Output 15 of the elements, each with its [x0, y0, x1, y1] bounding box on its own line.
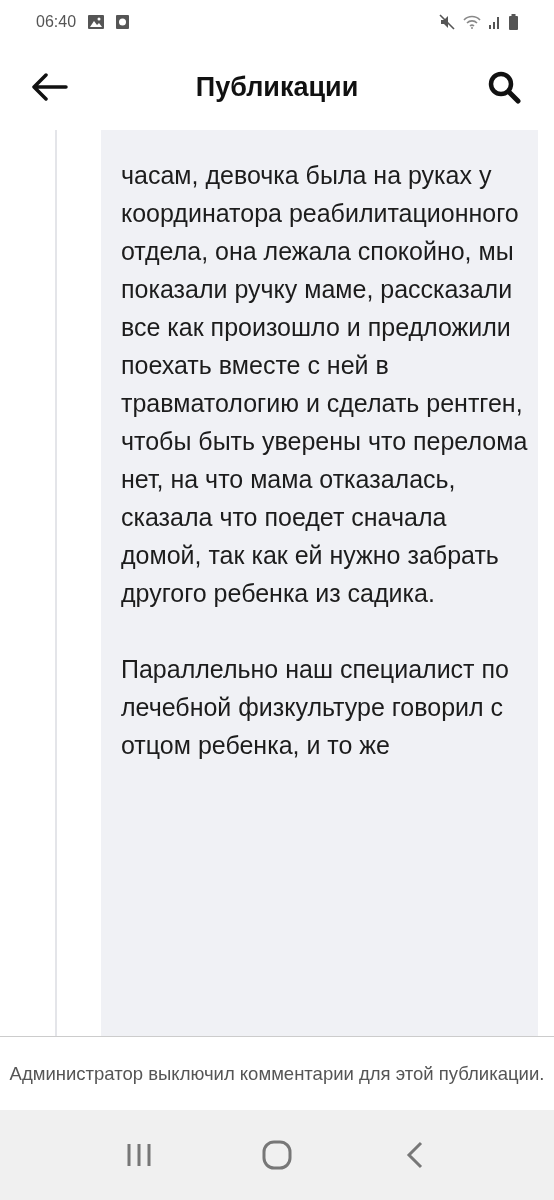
recent-apps-icon [126, 1142, 152, 1168]
search-icon [487, 70, 521, 104]
back-chevron-icon [406, 1141, 424, 1169]
wifi-icon [463, 15, 481, 29]
mute-icon [439, 14, 455, 30]
signal-icon [489, 15, 501, 29]
comment-paragraph: Параллельно наш специалист по лечебной физкультуре говорил с отцом ребенка, и то же [121, 654, 510, 761]
status-time: 06:40 [36, 12, 77, 32]
home-icon [262, 1140, 292, 1170]
back-arrow-icon [32, 73, 68, 101]
image-icon [88, 15, 105, 29]
comment-paragraph: часам, девочка была на руках у координатора реабилитационного отдела, она лежала спокойно, мы показали ручку маме, рассказали все как произошло и предложили поехать вместе с ней в травматологию и сделать рентген, чтобы быть уверены что перелома нет, на что мама отказалась, сказала что поедет сначала домой, так как ей нужно забрать другого ребенка из садика. [121, 160, 528, 609]
comments-disabled-notice: Администратор выключил комментарии для этой публикации. [9, 1061, 545, 1086]
battery-icon [509, 14, 518, 30]
page-title: Публикации [195, 70, 359, 104]
